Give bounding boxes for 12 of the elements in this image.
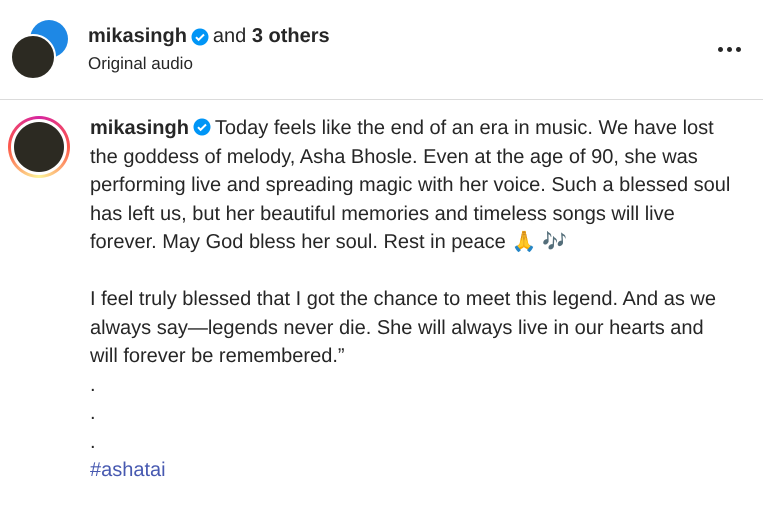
username[interactable]: mikasingh	[88, 25, 187, 48]
hashtag-link[interactable]: #ashatai	[90, 459, 166, 481]
audio-label[interactable]: Original audio	[88, 54, 718, 74]
username[interactable]: mikasingh	[90, 117, 189, 139]
caption-text: mikasingh Today feels like the end of an era in music. We have lost the goddess of melody, Asha Bhosle. Even at the age of 90, she was performing live and spreading magic with her voice. Such a blessed soul has left us, but her beautiful memories and timeless songs will live forever. May God bless her soul. Rest in peace 🙏 🎶	[90, 116, 732, 255]
more-options-icon[interactable]	[718, 47, 741, 52]
caption-dot: .	[90, 430, 97, 454]
caption-dot: .	[90, 401, 97, 426]
collaborators-text[interactable]: and 3 others	[212, 25, 330, 48]
caption-dot: .	[90, 372, 97, 398]
caption-paragraph: I feel truly blessed that I got the chance to meet this legend. And as we always say—legends never die. She will always live in our hearts and will forever be remembered.”	[90, 287, 717, 369]
avatar[interactable]	[14, 122, 64, 172]
